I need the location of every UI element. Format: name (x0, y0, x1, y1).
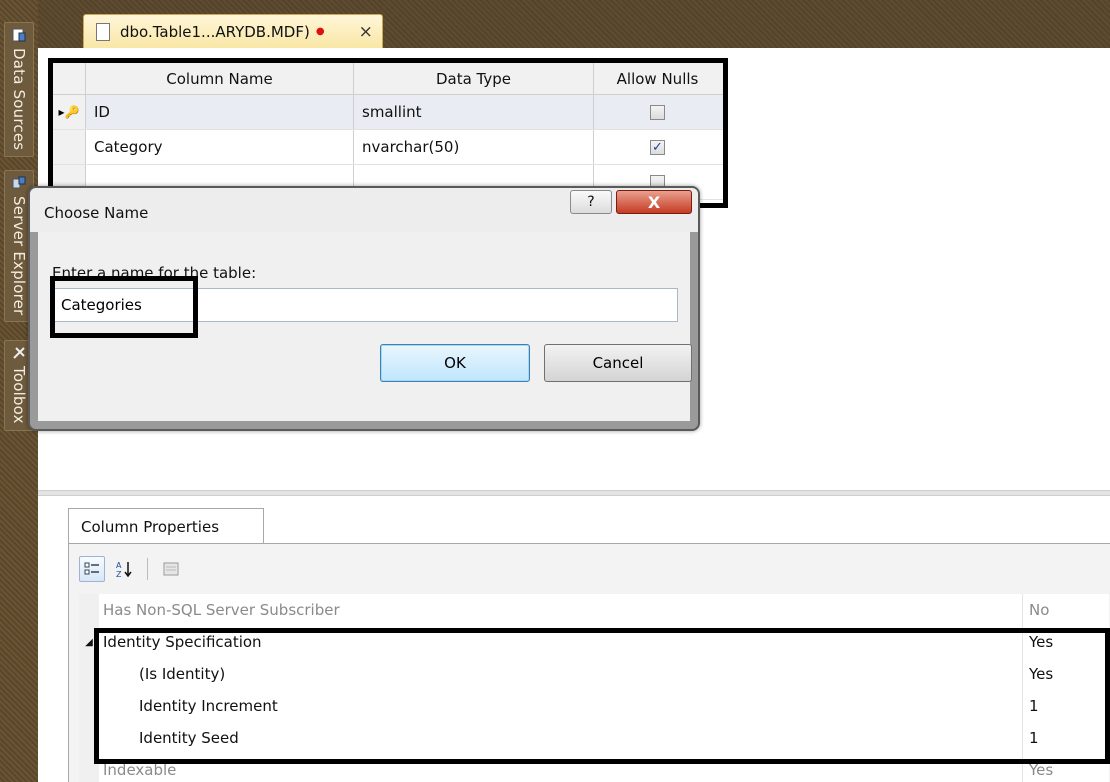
toolbox-icon (13, 347, 25, 359)
document-tab-strip: dbo.Table1...ARYDB.MDF) ● × (38, 0, 1110, 48)
close-dialog-button[interactable]: X (616, 190, 692, 214)
server-explorer-label: Server Explorer (10, 196, 28, 316)
property-pages-icon (163, 562, 179, 576)
server-icon (12, 176, 26, 189)
dialog-title: Choose Name (44, 204, 149, 222)
property-row[interactable]: Indexable Yes (79, 754, 1109, 782)
tab-column-properties[interactable]: Column Properties (68, 508, 264, 544)
toolbox-label: Toolbox (10, 366, 28, 424)
property-row[interactable]: Identity Seed 1 (79, 722, 1109, 754)
table-name-prompt: Enter a name for the table: (52, 264, 257, 282)
property-name: (Is Identity) (139, 665, 226, 683)
property-name: Identity Specification (103, 633, 262, 651)
close-tab-icon[interactable]: × (359, 22, 373, 42)
data-sources-tab[interactable]: Data Sources (4, 22, 34, 158)
column-name-cell[interactable]: ID (86, 95, 354, 129)
toolbar-separator (147, 558, 148, 580)
help-button[interactable]: ? (570, 190, 612, 214)
table-row[interactable]: Category nvarchar(50) ✓ (53, 130, 723, 165)
property-row[interactable]: Identity Increment 1 (79, 690, 1109, 722)
property-row[interactable]: Has Non-SQL Server Subscriber No (79, 594, 1109, 626)
alphabetical-view-button[interactable]: A Z (111, 556, 137, 582)
table-row[interactable]: ▸🔑 ID smallint (53, 95, 723, 130)
column-name-header: Column Name (86, 63, 354, 94)
properties-grid: Has Non-SQL Server Subscriber No ◢ Ident… (79, 594, 1109, 782)
property-value[interactable]: Yes (1022, 754, 1109, 782)
categorized-view-button[interactable] (79, 556, 105, 582)
grid-header: Column Name Data Type Allow Nulls (53, 63, 723, 95)
property-value[interactable]: No (1022, 594, 1109, 626)
pane-splitter[interactable] (38, 490, 1110, 496)
property-pages-button[interactable] (158, 556, 184, 582)
document-tab[interactable]: dbo.Table1...ARYDB.MDF) ● × (83, 14, 383, 48)
allow-nulls-cell (594, 95, 721, 129)
property-value[interactable]: 1 (1022, 690, 1109, 722)
column-properties-panel: A Z Has Non-SQL Server Subscriber No ◢ I… (68, 543, 1110, 782)
svg-text:A: A (116, 561, 122, 570)
categorized-icon (84, 562, 99, 575)
svg-text:Z: Z (116, 570, 122, 578)
column-name-cell[interactable]: Category (86, 130, 354, 164)
properties-toolbar: A Z (79, 554, 184, 584)
row-selector[interactable]: ▸🔑 (53, 95, 86, 129)
allow-nulls-header: Allow Nulls (616, 69, 699, 88)
property-value[interactable]: Yes (1022, 658, 1109, 690)
expander-icon (79, 658, 99, 690)
document-icon (96, 22, 110, 41)
sort-az-icon: A Z (116, 561, 132, 578)
data-type-header: Data Type (354, 63, 594, 94)
help-icon: ? (587, 194, 595, 210)
dialog-body: Enter a name for the table: OK Cancel (38, 232, 692, 421)
expander-icon (79, 754, 99, 782)
expander-icon (79, 722, 99, 754)
data-type-cell[interactable]: smallint (354, 95, 594, 129)
property-name: Has Non-SQL Server Subscriber (103, 601, 340, 619)
property-name: Identity Seed (139, 729, 239, 747)
property-value[interactable]: Yes (1022, 626, 1109, 658)
allow-nulls-cell: ✓ (594, 130, 721, 164)
data-type-cell[interactable]: nvarchar(50) (354, 130, 594, 164)
property-row[interactable]: ◢ Identity Specification Yes (79, 626, 1109, 658)
choose-name-dialog: Choose Name ? X Enter a name for the tab… (28, 186, 700, 431)
primary-key-icon: ▸🔑 (58, 105, 80, 119)
row-selector[interactable] (53, 130, 86, 164)
allow-nulls-checkbox[interactable]: ✓ (650, 139, 665, 155)
document-tab-title: dbo.Table1...ARYDB.MDF) (120, 22, 310, 41)
property-row[interactable]: (Is Identity) Yes (79, 658, 1109, 690)
row-selector-header (53, 63, 86, 94)
data-sources-label: Data Sources (10, 48, 28, 151)
allow-nulls-checkbox[interactable] (650, 104, 665, 120)
property-name: Identity Increment (139, 697, 278, 715)
unsaved-indicator: ● (315, 26, 325, 37)
dialog-titlebar[interactable]: Choose Name ? X (30, 188, 698, 232)
close-icon: X (647, 192, 661, 212)
property-name: Indexable (103, 761, 177, 779)
expander-icon (79, 690, 99, 722)
database-icon (12, 28, 26, 42)
expander-icon (79, 594, 99, 626)
collapse-icon[interactable]: ◢ (79, 626, 99, 658)
table-name-input[interactable] (52, 288, 678, 322)
ok-button[interactable]: OK (380, 344, 530, 382)
property-value[interactable]: 1 (1022, 722, 1109, 754)
cancel-button[interactable]: Cancel (544, 344, 692, 382)
